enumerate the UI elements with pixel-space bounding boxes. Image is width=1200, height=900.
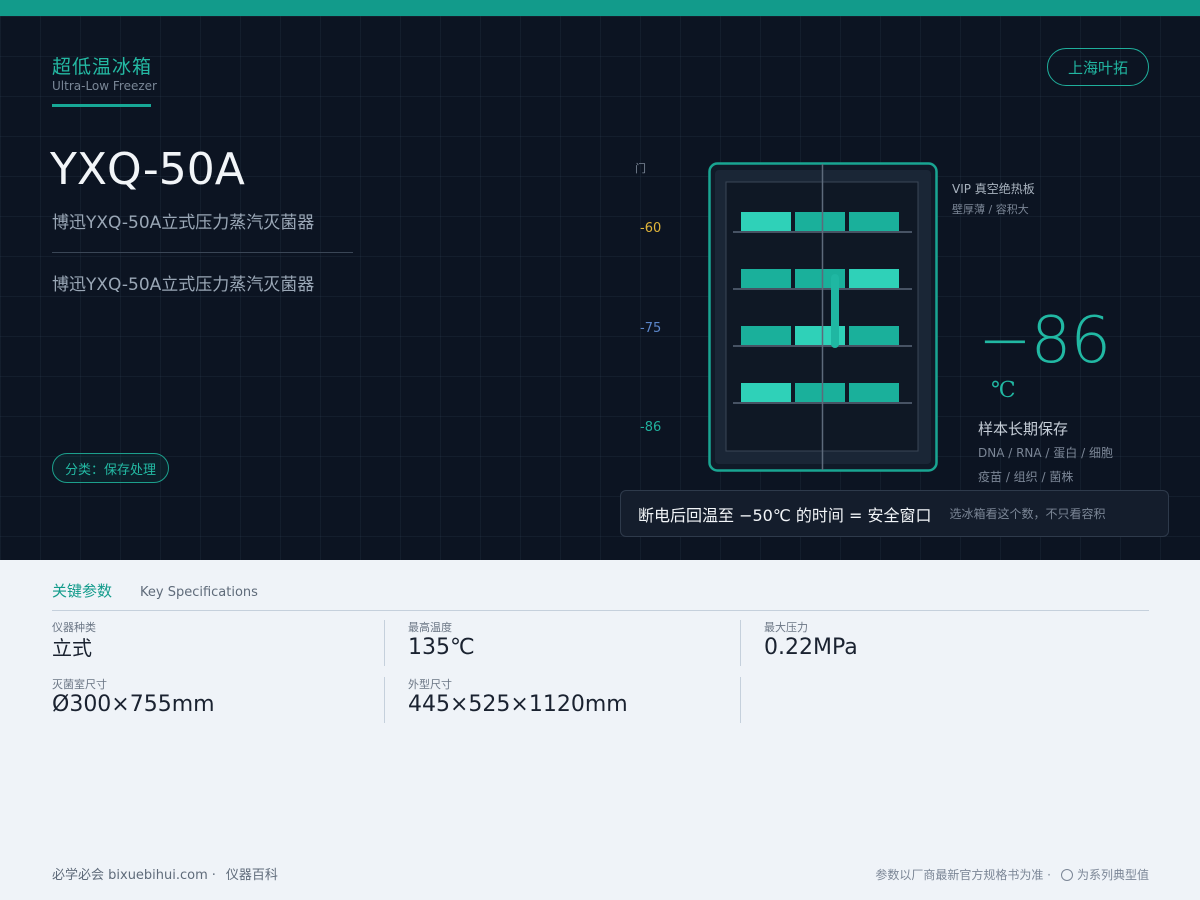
spec-value: 0.22MPa bbox=[764, 635, 858, 660]
spec-separator bbox=[740, 677, 741, 723]
product-description: 博迅YXQ-50A立式压力蒸汽灭菌器 bbox=[52, 275, 315, 295]
product-name: 博迅YXQ-50A立式压力蒸汽灭菌器 bbox=[52, 213, 315, 233]
footer-right: 参数以厂商最新官方规格书为准 · 为系列典型值 bbox=[875, 866, 1149, 883]
spec-separator bbox=[740, 620, 741, 666]
scale-label-60: -60 bbox=[640, 221, 662, 236]
storage-samples-1: DNA / RNA / 蛋白 / 细胞 bbox=[978, 446, 1113, 460]
site-link[interactable]: 必学必会 bixuebihui.com bbox=[52, 868, 208, 883]
temperature-value: −86 bbox=[978, 304, 1111, 378]
box bbox=[741, 326, 791, 345]
spec-label: 最高温度 bbox=[408, 621, 452, 634]
box bbox=[849, 212, 899, 231]
spec-max-temperature: 最高温度 135℃ bbox=[408, 619, 738, 665]
top-accent-bar bbox=[0, 0, 1200, 16]
footer-left: 必学必会 bixuebihui.com · 仪器百科 bbox=[52, 864, 278, 883]
spec-max-pressure: 最大压力 0.22MPa bbox=[764, 619, 1094, 665]
safety-callout: 断电后回温至 −50℃ 的时间 = 安全窗口 选冰箱看这个数，不只看容积 bbox=[620, 490, 1169, 537]
spec-separator bbox=[384, 620, 385, 666]
spec-label: 外型尺寸 bbox=[408, 678, 452, 691]
callout-hint-text: 选冰箱看这个数，不只看容积 bbox=[949, 507, 1106, 521]
spec-value: 立式 bbox=[52, 636, 92, 660]
box bbox=[849, 326, 899, 345]
box bbox=[795, 212, 845, 231]
box bbox=[849, 269, 899, 288]
spec-value: Ø300×755mm bbox=[52, 692, 215, 717]
category-subtitle: Ultra-Low Freezer bbox=[52, 79, 157, 93]
specs-title: 关键参数 bbox=[52, 582, 113, 600]
category-underline bbox=[52, 104, 151, 107]
footer-dot: · bbox=[211, 868, 216, 883]
brand-badge[interactable]: 上海叶拓 bbox=[1047, 48, 1149, 86]
scale-label-75: -75 bbox=[640, 321, 662, 336]
storage-title: 样本长期保存 bbox=[978, 420, 1069, 438]
circle-icon bbox=[1060, 868, 1073, 881]
category-title: 超低温冰箱 bbox=[52, 56, 153, 78]
footer-disclaimer: 参数以厂商最新官方规格书为准 · bbox=[875, 868, 1051, 882]
footer-section-link[interactable]: 仪器百科 bbox=[226, 868, 278, 883]
box bbox=[741, 383, 791, 402]
spec-separator bbox=[384, 677, 385, 723]
specs-title-en: Key Specifications bbox=[140, 585, 258, 600]
callout-main-text: 断电后回温至 −50℃ 的时间 = 安全窗口 bbox=[638, 505, 932, 525]
hero-panel: 超低温冰箱 Ultra-Low Freezer 上海叶拓 YXQ-50A 博迅Y… bbox=[0, 16, 1200, 560]
divider bbox=[52, 252, 353, 253]
box bbox=[795, 383, 845, 402]
insulation-title: VIP 真空绝热板 bbox=[952, 182, 1035, 196]
footer-typical-note: 为系列典型值 bbox=[1076, 868, 1149, 882]
spec-label: 最大压力 bbox=[764, 621, 808, 634]
door-label: 门 bbox=[635, 162, 646, 175]
storage-samples-2: 疫苗 / 组织 / 菌株 bbox=[978, 470, 1074, 484]
specs-divider bbox=[52, 610, 1149, 611]
freezer-illustration bbox=[708, 162, 938, 472]
spec-outer-size: 外型尺寸 445×525×1120mm bbox=[408, 676, 738, 722]
temperature-unit: ℃ bbox=[991, 378, 1016, 403]
spec-value: 135℃ bbox=[408, 635, 475, 660]
spec-chamber-size: 灭菌室尺寸 Ø300×755mm bbox=[52, 676, 382, 722]
insulation-note: 壁厚薄 / 容积大 bbox=[952, 203, 1029, 216]
spec-instrument-type: 仪器种类 立式 bbox=[52, 619, 382, 665]
box bbox=[849, 383, 899, 402]
box bbox=[741, 269, 791, 288]
spec-label: 灭菌室尺寸 bbox=[52, 678, 107, 691]
spec-label: 仪器种类 bbox=[52, 621, 96, 634]
door-handle bbox=[831, 274, 839, 348]
category-tag[interactable]: 分类：保存处理 bbox=[52, 453, 170, 483]
box bbox=[741, 212, 791, 231]
spec-value: 445×525×1120mm bbox=[408, 692, 628, 717]
scale-label-86: -86 bbox=[640, 420, 662, 435]
model-title: YXQ-50A bbox=[50, 144, 245, 195]
